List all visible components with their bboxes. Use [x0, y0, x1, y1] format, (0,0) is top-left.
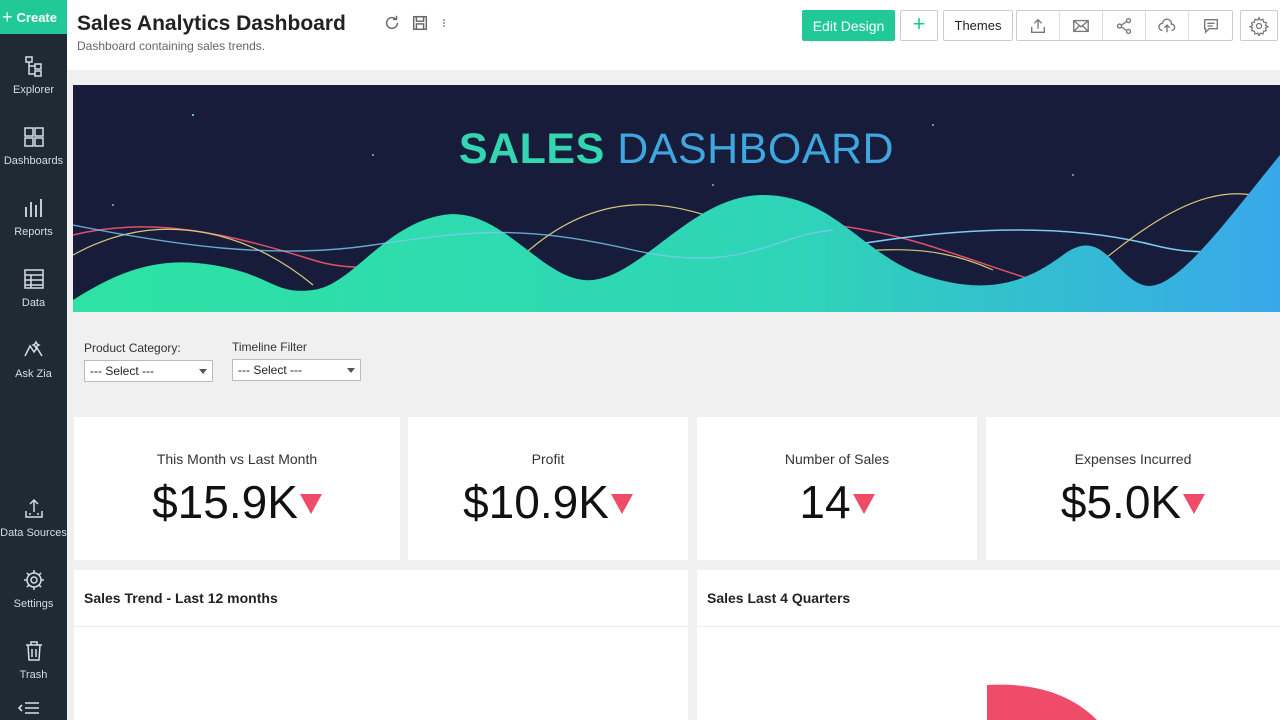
trend-down-icon	[610, 494, 633, 514]
mail-icon	[1073, 19, 1089, 32]
sidebar-item-label: Trash	[19, 669, 48, 681]
themes-button[interactable]: Themes	[943, 10, 1013, 41]
kpi-card-number-of-sales[interactable]: Number of Sales 14	[697, 417, 977, 560]
create-button[interactable]: + Create	[0, 0, 67, 34]
plus-icon: +	[2, 7, 13, 27]
publish-button[interactable]	[1146, 11, 1189, 40]
collapse-sidebar-icon[interactable]	[18, 700, 40, 716]
sidebar-item-label: Dashboards	[3, 155, 64, 167]
reports-icon	[24, 199, 42, 217]
kpi-value: $5.0K	[1060, 476, 1182, 528]
kpi-value: $15.9K	[152, 476, 298, 528]
create-label: Create	[16, 9, 57, 25]
refresh-icon[interactable]	[383, 14, 401, 32]
filter-timeline: Timeline Filter --- Select ---	[232, 340, 361, 381]
kpi-title: This Month vs Last Month	[156, 451, 318, 467]
trend-down-icon	[1183, 494, 1206, 514]
export-icon	[1031, 18, 1045, 33]
sidebar-item-explorer[interactable]: Explorer	[0, 54, 67, 114]
sidebar: + Create Explorer Dashboards Reports Dat…	[0, 0, 67, 720]
kpi-value-row: 14	[697, 475, 977, 529]
kpi-title: Profit	[531, 451, 565, 467]
comment-button[interactable]	[1189, 11, 1232, 40]
panel-title: Sales Trend - Last 12 months	[84, 590, 278, 606]
comment-icon	[1203, 18, 1218, 34]
sidebar-item-reports[interactable]: Reports	[0, 196, 67, 256]
kpi-title: Expenses Incurred	[1074, 451, 1192, 467]
banner-word-dashboard: DASHBOARD	[617, 125, 895, 173]
trend-down-icon	[299, 494, 322, 514]
sidebar-item-label: Data	[21, 297, 46, 309]
edit-design-button[interactable]: Edit Design	[802, 10, 895, 41]
kpi-value-row: $15.9K	[74, 475, 400, 529]
share-button[interactable]	[1103, 11, 1146, 40]
banner-waves-graphic	[73, 114, 1280, 312]
select-value: --- Select ---	[238, 363, 302, 377]
kpi-card-month-vs-last[interactable]: This Month vs Last Month $15.9K	[74, 417, 400, 560]
page-title: Sales Analytics Dashboard	[77, 12, 346, 35]
sidebar-item-data[interactable]: Data	[0, 267, 67, 327]
sidebar-item-label: Ask Zia	[15, 368, 52, 380]
banner-word-sales: SALES	[458, 125, 605, 173]
trash-icon	[25, 641, 42, 661]
panel-divider	[74, 626, 688, 627]
sidebar-item-label: Explorer	[13, 84, 54, 96]
cloud-upload-icon	[1158, 18, 1176, 32]
explorer-icon	[24, 56, 42, 77]
title-actions	[383, 14, 449, 32]
ask-zia-icon	[23, 340, 43, 357]
email-button[interactable]	[1060, 11, 1103, 40]
sidebar-item-dashboards[interactable]: Dashboards	[0, 125, 67, 185]
dashboard-header: Sales Analytics Dashboard Dashboard cont…	[67, 0, 1280, 70]
kpi-value-row: $5.0K	[986, 475, 1280, 529]
sidebar-item-label: Settings	[13, 598, 54, 610]
save-icon[interactable]	[411, 14, 429, 32]
panel-sales-last-4-quarters[interactable]: Sales Last 4 Quarters	[697, 570, 1280, 720]
sidebar-item-data-sources[interactable]: Data Sources	[0, 497, 67, 557]
kpi-value: $10.9K	[463, 476, 609, 528]
kpi-value: 14	[799, 476, 851, 528]
caret-down-icon	[347, 368, 355, 373]
gear-icon	[1249, 15, 1269, 36]
kpi-value-row: $10.9K	[408, 475, 688, 529]
export-button[interactable]	[1017, 11, 1060, 40]
kpi-title: Number of Sales	[784, 451, 890, 467]
timeline-filter-select[interactable]: --- Select ---	[232, 359, 361, 381]
filter-product-category: Product Category: --- Select ---	[84, 341, 213, 382]
more-vertical-icon[interactable]	[439, 14, 449, 32]
sidebar-item-ask-zia[interactable]: Ask Zia	[0, 338, 67, 398]
data-sources-icon	[24, 498, 43, 518]
dashboard-banner: SALES DASHBOARD	[73, 85, 1280, 312]
caret-down-icon	[199, 369, 207, 374]
page-subtitle: Dashboard containing sales trends.	[77, 39, 266, 53]
filter-label: Product Category:	[84, 341, 181, 355]
select-value: --- Select ---	[90, 364, 154, 378]
filter-label: Timeline Filter	[232, 340, 307, 354]
panel-divider	[697, 626, 1280, 627]
data-icon	[23, 269, 44, 289]
add-widget-button[interactable]: +	[900, 10, 938, 41]
settings-icon	[23, 570, 44, 590]
product-category-select[interactable]: --- Select ---	[84, 360, 213, 382]
trend-down-icon	[852, 494, 875, 514]
dashboards-icon	[23, 127, 44, 147]
banner-title: SALES DASHBOARD	[73, 125, 1280, 174]
sidebar-item-label: Data Sources	[0, 527, 67, 539]
sidebar-item-label: Reports	[14, 226, 53, 238]
share-icon	[1116, 17, 1132, 34]
kpi-card-profit[interactable]: Profit $10.9K	[408, 417, 688, 560]
panel-sales-trend[interactable]: Sales Trend - Last 12 months	[74, 570, 688, 720]
toolbar-group	[1016, 10, 1233, 41]
sidebar-item-settings[interactable]: Settings	[0, 568, 67, 628]
dashboard-settings-button[interactable]	[1240, 10, 1278, 41]
panel-title: Sales Last 4 Quarters	[707, 590, 851, 606]
sidebar-item-trash[interactable]: Trash	[0, 639, 67, 699]
kpi-card-expenses[interactable]: Expenses Incurred $5.0K	[986, 417, 1280, 560]
pie-chart-slice[interactable]	[977, 680, 1117, 720]
